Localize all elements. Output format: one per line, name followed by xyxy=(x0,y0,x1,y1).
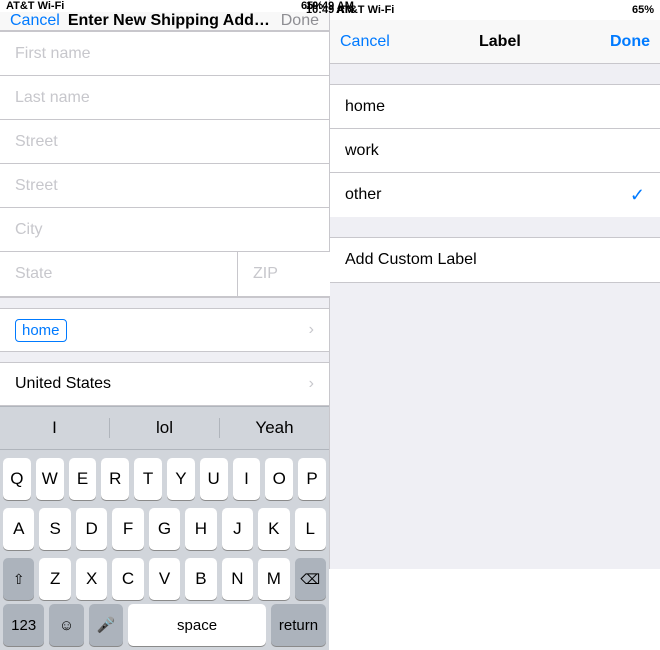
street1-field[interactable] xyxy=(0,120,329,164)
left-nav-bar: Cancel Enter New Shipping Addres... Done xyxy=(0,12,329,31)
done-button-right[interactable]: Done xyxy=(610,33,650,51)
label-chevron-icon: › xyxy=(309,321,314,339)
key-n[interactable]: N xyxy=(222,558,253,600)
state-field[interactable] xyxy=(0,252,238,296)
return-key[interactable]: return xyxy=(271,604,326,646)
label-option-home[interactable]: home xyxy=(330,85,660,129)
suggestions-bar: I lol Yeah xyxy=(0,406,329,450)
key-l[interactable]: L xyxy=(295,508,326,550)
label-options-section: home work other ✓ xyxy=(330,84,660,217)
first-name-field[interactable] xyxy=(0,32,329,76)
number-key[interactable]: 123 xyxy=(3,604,44,646)
key-c[interactable]: C xyxy=(112,558,143,600)
key-d[interactable]: D xyxy=(76,508,107,550)
key-v[interactable]: V xyxy=(149,558,180,600)
checkmark-icon: ✓ xyxy=(630,185,645,206)
key-row-3: ⇧ Z X C V B N M ⌫ xyxy=(3,558,326,600)
status-left: AT&T Wi-Fi xyxy=(6,0,64,12)
key-w[interactable]: W xyxy=(36,458,64,500)
key-j[interactable]: J xyxy=(222,508,253,550)
city-input[interactable] xyxy=(15,221,314,239)
label-other-text: other xyxy=(345,186,630,204)
key-k[interactable]: K xyxy=(258,508,289,550)
suggestion-1[interactable]: I xyxy=(0,418,110,438)
label-option-work[interactable]: work xyxy=(330,129,660,173)
carrier-left: AT&T Wi-Fi xyxy=(6,0,64,12)
state-zip-row xyxy=(0,252,329,297)
cancel-button-left[interactable]: Cancel xyxy=(10,12,60,30)
street1-input[interactable] xyxy=(15,133,314,151)
city-field[interactable] xyxy=(0,208,329,252)
key-q[interactable]: Q xyxy=(3,458,31,500)
bottom-row: 123 ☺ 🎤 space return xyxy=(0,604,329,650)
suggestion-2[interactable]: lol xyxy=(110,418,220,438)
left-panel: AT&T Wi-Fi 10:49 AM 65% Cancel Enter New… xyxy=(0,0,330,569)
add-custom-label-text: Add Custom Label xyxy=(345,251,477,269)
label-home-text: home xyxy=(345,98,645,116)
key-m[interactable]: M xyxy=(258,558,289,600)
key-o[interactable]: O xyxy=(265,458,293,500)
add-custom-label-row[interactable]: Add Custom Label xyxy=(330,238,660,282)
key-h[interactable]: H xyxy=(185,508,216,550)
key-i[interactable]: I xyxy=(233,458,261,500)
nav-title-left: Enter New Shipping Addres... xyxy=(60,12,281,30)
country-row[interactable]: United States › xyxy=(0,362,329,406)
label-option-other[interactable]: other ✓ xyxy=(330,173,660,217)
country-chevron-icon: › xyxy=(309,375,314,393)
keys-area: Q W E R T Y U I O P A S D F G H J K L xyxy=(0,450,329,604)
key-row-1: Q W E R T Y U I O P xyxy=(3,458,326,500)
key-s[interactable]: S xyxy=(39,508,70,550)
label-value: home xyxy=(15,319,67,342)
cancel-button-right[interactable]: Cancel xyxy=(340,33,390,51)
status-bar-left: AT&T Wi-Fi 10:49 AM 65% xyxy=(0,0,329,12)
state-input[interactable] xyxy=(15,265,222,283)
key-a[interactable]: A xyxy=(3,508,34,550)
country-text: United States xyxy=(15,375,111,393)
time-right: 10:49 AM xyxy=(306,4,354,16)
emoji-key[interactable]: ☺ xyxy=(49,604,83,646)
suggestion-3[interactable]: Yeah xyxy=(220,418,329,438)
key-z[interactable]: Z xyxy=(39,558,70,600)
street2-field[interactable] xyxy=(0,164,329,208)
key-e[interactable]: E xyxy=(69,458,97,500)
battery-right: 65% xyxy=(632,4,654,16)
first-name-input[interactable] xyxy=(15,45,314,63)
last-name-input[interactable] xyxy=(15,89,314,107)
custom-label-section: Add Custom Label xyxy=(330,237,660,283)
space-key[interactable]: space xyxy=(128,604,266,646)
mic-key[interactable]: 🎤 xyxy=(89,604,123,646)
key-b[interactable]: B xyxy=(185,558,216,600)
key-row-2: A S D F G H J K L xyxy=(3,508,326,550)
right-empty-area xyxy=(330,283,660,569)
nav-title-right: Label xyxy=(479,33,521,51)
form-section xyxy=(0,31,329,298)
right-nav-bar: Cancel Label Done xyxy=(330,20,660,64)
key-r[interactable]: R xyxy=(101,458,129,500)
backspace-key[interactable]: ⌫ xyxy=(295,558,326,600)
shift-key[interactable]: ⇧ xyxy=(3,558,34,600)
key-g[interactable]: G xyxy=(149,508,180,550)
status-right-right: 65% xyxy=(632,4,654,16)
status-bar-right: AT&T Wi-Fi 10:49 AM 65% xyxy=(330,0,660,20)
last-name-field[interactable] xyxy=(0,76,329,120)
label-row[interactable]: home › xyxy=(0,308,329,352)
street2-input[interactable] xyxy=(15,177,314,195)
key-x[interactable]: X xyxy=(76,558,107,600)
key-t[interactable]: T xyxy=(134,458,162,500)
keyboard: I lol Yeah Q W E R T Y U I O P A S D F xyxy=(0,406,329,650)
label-work-text: work xyxy=(345,142,645,160)
key-p[interactable]: P xyxy=(298,458,326,500)
key-u[interactable]: U xyxy=(200,458,228,500)
key-y[interactable]: Y xyxy=(167,458,195,500)
right-panel: AT&T Wi-Fi 10:49 AM 65% Cancel Label Don… xyxy=(330,0,660,569)
key-f[interactable]: F xyxy=(112,508,143,550)
